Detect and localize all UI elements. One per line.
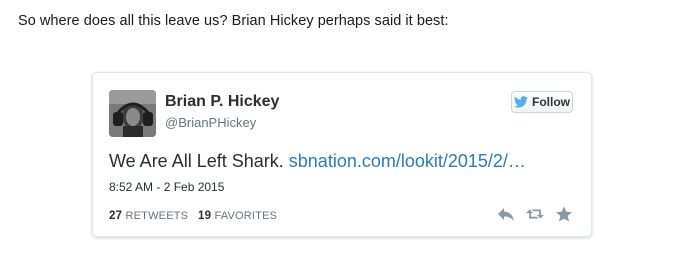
author-name[interactable]: Brian P. Hickey	[165, 93, 279, 111]
avatar-photo	[109, 90, 156, 137]
tweet-stats: 27 RETWEETS 19 FAVORITES	[109, 210, 277, 222]
intro-paragraph: So where does all this leave us? Brian H…	[18, 13, 449, 29]
retweets-count: 27	[109, 210, 123, 222]
follow-label: Follow	[532, 95, 570, 109]
embedded-tweet-card: Brian P. Hickey @BrianPHickey Follow We …	[92, 72, 592, 237]
follow-button[interactable]: Follow	[511, 91, 573, 113]
tweet-text: We Are All Left Shark. sbnation.com/look…	[109, 151, 526, 172]
retweets-stat[interactable]: 27 RETWEETS	[109, 210, 188, 222]
avatar[interactable]	[109, 90, 156, 137]
favorites-count: 19	[197, 210, 212, 222]
author-handle[interactable]: @BrianPHickey	[165, 115, 256, 130]
tweet-link[interactable]: sbnation.com/lookit/2015/2/…	[289, 151, 526, 171]
retweets-label: RETWEETS	[125, 210, 189, 222]
tweet-actions	[497, 206, 573, 222]
twitter-bird-icon	[514, 96, 528, 108]
favorites-stat[interactable]: 19 FAVORITES	[198, 210, 277, 222]
reply-icon[interactable]	[497, 206, 515, 222]
tweet-body: We Are All Left Shark.	[109, 151, 284, 171]
favorites-label: FAVORITES	[214, 210, 278, 222]
star-icon[interactable]	[555, 206, 573, 222]
tweet-timestamp[interactable]: 8:52 AM - 2 Feb 2015	[109, 180, 224, 194]
retweet-icon[interactable]	[526, 206, 544, 222]
